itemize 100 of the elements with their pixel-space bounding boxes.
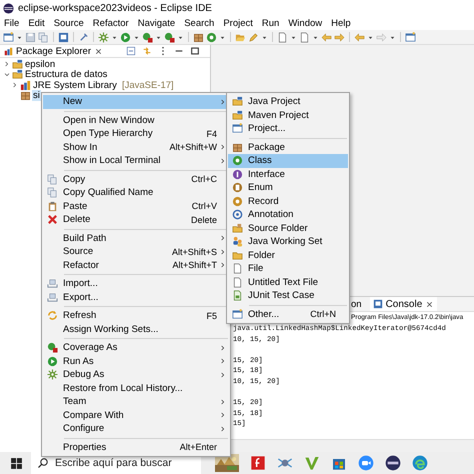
people-icon — [232, 236, 242, 248]
refresh-icon — [46, 310, 58, 322]
menu-item[interactable]: Edit — [28, 18, 45, 29]
menu-item[interactable]: Enum — [228, 181, 348, 194]
menu-item[interactable]: Class — [228, 154, 348, 168]
project-folder-icon — [232, 96, 242, 108]
search-icon — [37, 457, 49, 469]
menu-item[interactable]: Record — [228, 194, 348, 208]
new-window-icon[interactable] — [3, 32, 14, 42]
menu-item[interactable]: Refactor Alt+Shift+T — [43, 258, 229, 272]
library-icon — [20, 80, 31, 91]
menu-item[interactable]: Refresh F5 — [43, 309, 229, 322]
coverage-icon — [46, 342, 58, 354]
tree-item[interactable]: Estructura de datos — [24, 69, 108, 80]
window-icon[interactable] — [405, 32, 416, 42]
menu-item[interactable]: Paste Ctrl+V — [43, 200, 229, 213]
app-icon[interactable] — [250, 455, 266, 471]
menu-item[interactable]: Maven Project — [228, 108, 348, 122]
project-folder-icon — [232, 110, 242, 121]
menu-item[interactable]: Project... — [228, 122, 348, 136]
menu-item[interactable]: Package — [228, 140, 348, 154]
window-icon — [232, 308, 242, 320]
menu-item[interactable]: Interface — [228, 168, 348, 181]
menu-item[interactable]: Properties Alt+Enter — [43, 440, 229, 454]
run-icon — [46, 356, 58, 367]
interface-icon — [232, 168, 242, 180]
package-icon — [232, 142, 242, 153]
menu-item[interactable]: Build Path — [43, 232, 229, 245]
tree-item-detail: [JavaSE-17] — [122, 80, 174, 91]
menu-item[interactable]: Untitled Text File — [228, 276, 348, 289]
menu-item[interactable]: Java Project — [228, 95, 348, 108]
maximize-icon[interactable] — [190, 46, 200, 56]
menu-item[interactable]: Copy Qualified Name — [43, 186, 229, 200]
menu-item[interactable]: Show in Local Terminal — [43, 154, 229, 168]
video-camera-icon[interactable] — [358, 455, 374, 471]
menu-item[interactable]: Search — [184, 18, 214, 29]
menu-item[interactable]: Open Type Hierarchy F4 — [43, 127, 229, 140]
clipboard-icon — [46, 200, 58, 212]
menu-item[interactable]: Coverage As — [43, 341, 229, 354]
panel-title: Package Explorer — [16, 46, 91, 56]
menu-item[interactable]: Show In Alt+Shift+W — [43, 140, 229, 154]
tree-item[interactable]: JRE System Library — [32, 80, 118, 91]
console-icon — [372, 299, 383, 309]
menu-item[interactable]: Folder — [228, 248, 348, 262]
coverage-icon[interactable] — [142, 32, 153, 42]
menu-item[interactable]: JUnit Test Case — [228, 289, 348, 302]
package-icon[interactable] — [193, 32, 204, 42]
menu-item[interactable]: Other... Ctrl+N — [228, 308, 348, 321]
menu-item[interactable]: Source Folder — [228, 222, 348, 235]
menu-item[interactable]: Help — [331, 18, 351, 29]
project-folder-icon — [12, 58, 23, 70]
gear-icon — [46, 369, 58, 380]
menu-item[interactable]: Open in New Window — [43, 114, 229, 127]
menu-item[interactable]: Source Alt+Shift+S — [43, 245, 229, 258]
collapse-all-icon[interactable] — [126, 46, 136, 56]
checkmark-icon[interactable] — [304, 455, 320, 471]
class-icon[interactable] — [206, 32, 217, 42]
run-icon[interactable] — [120, 32, 131, 42]
menu-item[interactable]: Compare With — [43, 408, 229, 422]
arrow-icon[interactable] — [334, 32, 345, 42]
menu-item[interactable]: Copy Ctrl+C — [43, 172, 229, 186]
menu-item[interactable]: Window — [288, 18, 322, 29]
browser-icon[interactable] — [412, 455, 428, 471]
menu-item[interactable]: File — [228, 262, 348, 276]
menu-item[interactable]: Java Working Set — [228, 235, 348, 248]
menu-item[interactable]: New — [43, 95, 229, 108]
menu-item[interactable]: Run — [262, 18, 280, 29]
start-icon[interactable] — [10, 456, 23, 470]
test-document-icon — [232, 290, 242, 302]
menu-item[interactable]: Navigate — [138, 18, 176, 29]
menu-item[interactable]: Team — [43, 395, 229, 408]
terminal-icon[interactable] — [58, 32, 69, 42]
menu-item[interactable]: Project — [223, 18, 253, 29]
menu-item[interactable]: Export... — [43, 290, 229, 304]
tree-item[interactable]: epsilon — [24, 58, 56, 70]
annotation-icon — [232, 209, 242, 220]
menu-item[interactable]: Source — [54, 18, 84, 29]
tab[interactable]: on — [351, 298, 362, 310]
close-icon[interactable] — [94, 46, 103, 56]
import-icon — [46, 278, 58, 290]
console-tab[interactable]: Console — [370, 297, 438, 311]
menu-item[interactable]: Delete Delete — [43, 213, 229, 226]
window-title: eclipse-workspace2023videos - Eclipse IDE — [18, 3, 212, 14]
close-icon[interactable] — [425, 300, 434, 308]
menu-item[interactable]: File — [4, 18, 20, 29]
menu-item[interactable]: Import... — [43, 277, 229, 290]
tree-item[interactable]: si — [32, 90, 41, 102]
menu-item[interactable]: Assign Working Sets... — [43, 322, 229, 336]
menu-item[interactable]: Refactor — [92, 18, 129, 29]
run-tool-icon[interactable] — [164, 32, 175, 42]
menu-item[interactable]: Configure — [43, 422, 229, 436]
menu-item[interactable]: Restore from Local History... — [43, 382, 229, 395]
class-icon — [232, 155, 242, 166]
export-icon — [46, 292, 58, 303]
enum-icon — [232, 182, 242, 194]
menu-item[interactable]: Debug As — [43, 368, 229, 382]
app-icon[interactable] — [385, 455, 401, 471]
window-icon — [232, 123, 242, 134]
menu-item[interactable]: Run As — [43, 354, 229, 368]
menu-item[interactable]: Annotation — [228, 208, 348, 222]
